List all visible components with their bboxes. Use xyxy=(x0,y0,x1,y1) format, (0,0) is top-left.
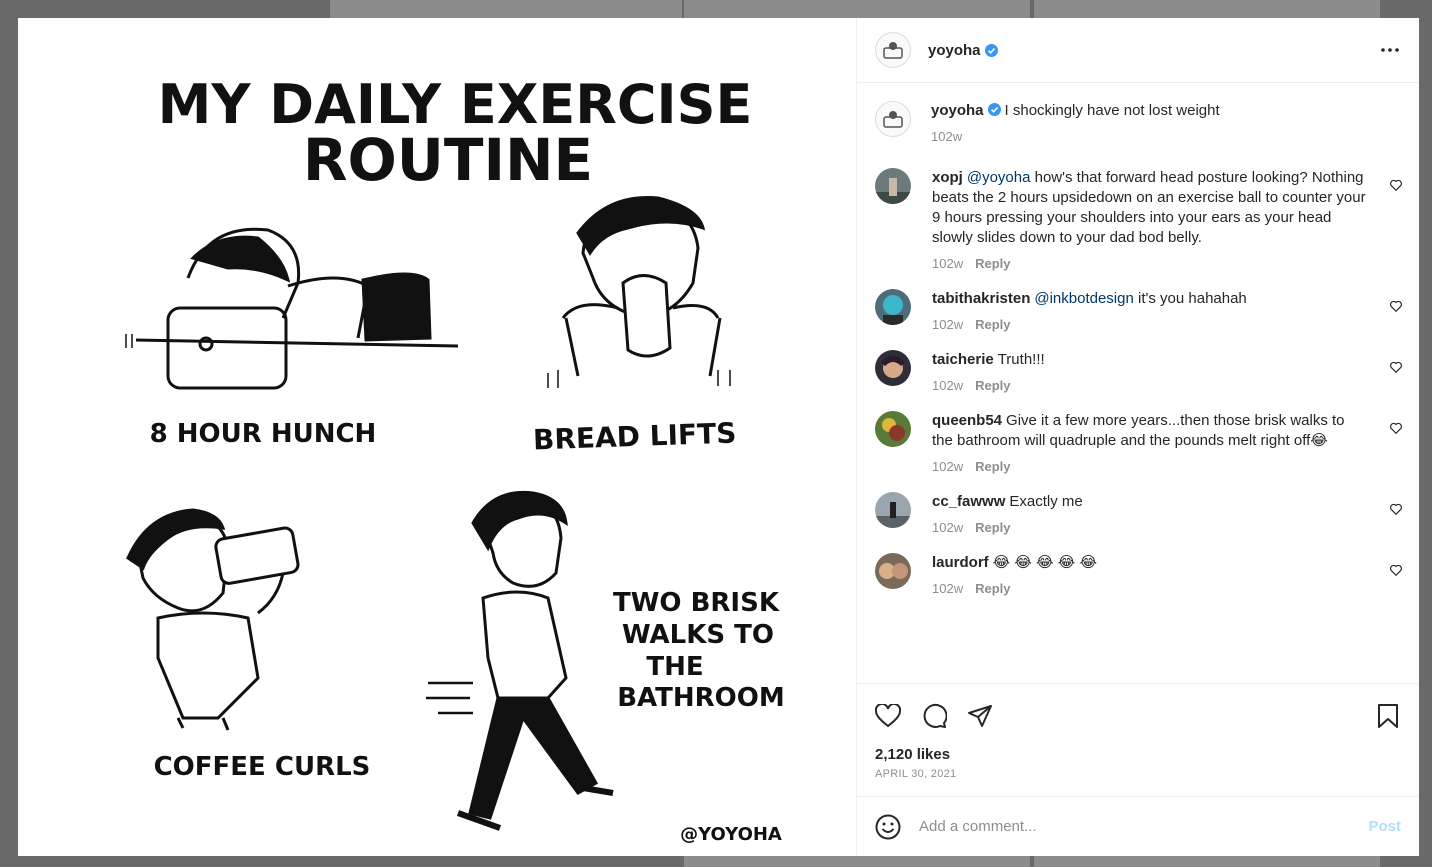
comic-illustration: MY DAILY EXERCISE ROUTINE 8 HOUR HUNCH B… xyxy=(125,73,785,845)
commenter-username[interactable]: queenb54 xyxy=(932,412,1002,429)
reply-button[interactable]: Reply xyxy=(975,256,1010,271)
comment-mention[interactable]: @yoyoha xyxy=(967,169,1031,186)
comment-like-heart-icon[interactable] xyxy=(1389,299,1403,313)
comic-title-line2: ROUTINE xyxy=(303,126,593,194)
reply-button[interactable]: Reply xyxy=(975,378,1010,393)
comment-item: laurdorf 😂 😂 😂 😂 😂 102w Reply xyxy=(875,553,1403,598)
comment-item: xopj @yoyoha how's that forward head post… xyxy=(875,168,1403,273)
comment-text: Truth!!! xyxy=(997,351,1045,368)
panel-label-walk-4: BATHROOM xyxy=(617,683,785,713)
comment-text: it's you hahahah xyxy=(1138,290,1247,307)
reply-button[interactable]: Reply xyxy=(975,459,1010,474)
heart-icon[interactable] xyxy=(873,701,903,731)
commenter-avatar[interactable] xyxy=(875,411,911,447)
commenter-username[interactable]: laurdorf xyxy=(932,554,989,571)
comment-icon[interactable] xyxy=(919,701,949,731)
comment-timestamp[interactable]: 102w xyxy=(932,317,963,332)
background-post-thumbnail xyxy=(330,0,682,18)
bookmark-icon[interactable] xyxy=(1373,701,1403,731)
panel-label-walk-1: TWO BRISK xyxy=(613,588,780,618)
post-header: yoyoha xyxy=(857,18,1419,83)
background-post-thumbnail xyxy=(1034,856,1380,867)
comments-list[interactable]: yoyoha I shockingly have not lost weight … xyxy=(857,83,1419,683)
emoji-icon[interactable] xyxy=(875,814,901,840)
commenter-avatar[interactable] xyxy=(875,350,911,386)
share-icon[interactable] xyxy=(965,701,995,731)
post-date[interactable]: APRIL 30, 2021 xyxy=(875,768,1403,780)
verified-badge-icon xyxy=(987,103,1001,116)
background-post-thumbnail xyxy=(1034,0,1380,18)
comment-input[interactable] xyxy=(919,818,1369,835)
verified-badge-icon xyxy=(984,43,998,57)
comment-item: queenb54 Give it a few more years...then … xyxy=(875,411,1403,476)
comment-item: cc_fawww Exactly me 102w Reply xyxy=(875,492,1403,537)
post-modal: MY DAILY EXERCISE ROUTINE 8 HOUR HUNCH B… xyxy=(18,18,1419,856)
commenter-avatar[interactable] xyxy=(875,289,911,325)
more-options-icon[interactable] xyxy=(1377,37,1403,63)
commenter-username[interactable]: tabithakristen xyxy=(932,290,1030,307)
comment-like-heart-icon[interactable] xyxy=(1389,421,1403,435)
panel-label-walk-2: WALKS TO xyxy=(622,620,774,650)
post-caption: yoyoha I shockingly have not lost weight … xyxy=(875,101,1403,146)
post-actions: 2,120 likes APRIL 30, 2021 xyxy=(857,683,1419,796)
comment-timestamp[interactable]: 102w xyxy=(932,459,963,474)
comment-like-heart-icon[interactable] xyxy=(1389,360,1403,374)
bread-drawing xyxy=(547,195,731,388)
hunch-drawing xyxy=(125,227,459,390)
caption-timestamp[interactable]: 102w xyxy=(931,129,962,144)
background-post-thumbnail xyxy=(684,856,1030,867)
caption-author-avatar[interactable] xyxy=(875,101,911,137)
commenter-avatar[interactable] xyxy=(875,553,911,589)
comment-timestamp[interactable]: 102w xyxy=(932,378,963,393)
comment-like-heart-icon[interactable] xyxy=(1389,178,1403,192)
comment-composer: Post xyxy=(857,796,1419,856)
comic-signature: @YOYOHA xyxy=(680,824,782,845)
reply-button[interactable]: Reply xyxy=(975,581,1010,596)
author-username[interactable]: yoyoha xyxy=(928,42,981,59)
comment-like-heart-icon[interactable] xyxy=(1389,563,1403,577)
comment-text: Exactly me xyxy=(1009,493,1083,510)
panel-label-bread: BREAD LIFTS xyxy=(532,416,736,456)
commenter-avatar[interactable] xyxy=(875,492,911,528)
reply-button[interactable]: Reply xyxy=(975,317,1010,332)
comment-text: 😂 😂 😂 😂 😂 xyxy=(992,554,1097,571)
post-image[interactable]: MY DAILY EXERCISE ROUTINE 8 HOUR HUNCH B… xyxy=(18,18,856,856)
comment-item: tabithakristen @inkbotdesign it's you hah… xyxy=(875,289,1403,334)
post-comment-button[interactable]: Post xyxy=(1368,818,1401,835)
like-count[interactable]: 2,120 likes xyxy=(875,746,1403,763)
comment-timestamp[interactable]: 102w xyxy=(932,520,963,535)
comment-like-heart-icon[interactable] xyxy=(1389,502,1403,516)
commenter-username[interactable]: cc_fawww xyxy=(932,493,1005,510)
comment-item: taicherie Truth!!! 102w Reply xyxy=(875,350,1403,395)
background-post-thumbnail xyxy=(684,0,1030,18)
comment-timestamp[interactable]: 102w xyxy=(932,581,963,596)
panel-label-hunch: 8 HOUR HUNCH xyxy=(150,419,377,449)
post-side-panel: yoyoha yoyoha I shockingly have not lost … xyxy=(856,18,1419,856)
reply-button[interactable]: Reply xyxy=(975,520,1010,535)
commenter-username[interactable]: taicherie xyxy=(932,351,994,368)
caption-text: I shockingly have not lost weight xyxy=(1004,102,1220,119)
caption-username[interactable]: yoyoha xyxy=(931,102,984,119)
author-avatar[interactable] xyxy=(875,32,911,68)
commenter-avatar[interactable] xyxy=(875,168,911,204)
walking-man-drawing xyxy=(426,490,614,831)
comment-timestamp[interactable]: 102w xyxy=(932,256,963,271)
commenter-username[interactable]: xopj xyxy=(932,169,963,186)
panel-label-walk-3: THE xyxy=(646,652,703,682)
comment-mention[interactable]: @inkbotdesign xyxy=(1034,290,1133,307)
panel-label-coffee: COFFEE CURLS xyxy=(154,752,371,782)
coffee-drawing xyxy=(126,508,300,731)
